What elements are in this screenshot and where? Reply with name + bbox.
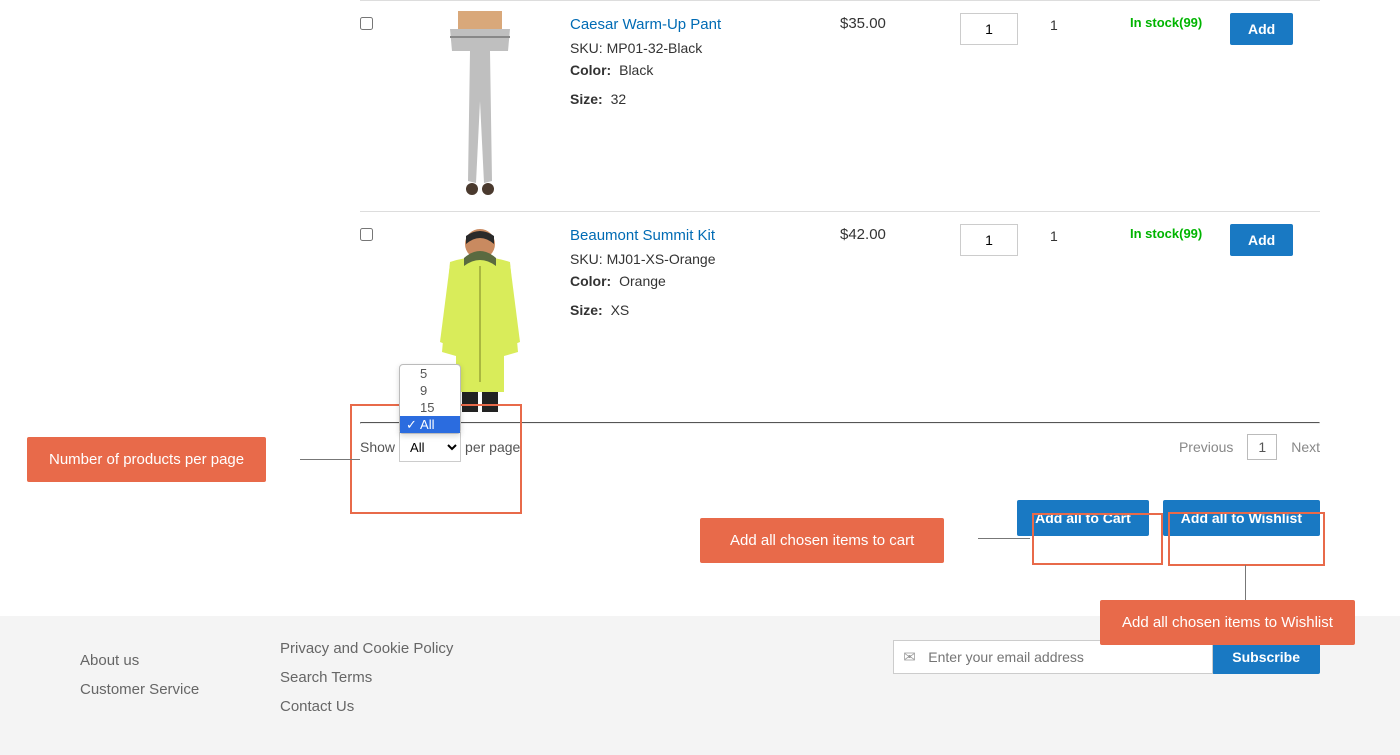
add-all-to-cart-button[interactable]: Add all to Cart [1017, 500, 1149, 536]
size-label: Size: [570, 91, 603, 107]
qty-input[interactable] [960, 13, 1018, 45]
product-row: Beaumont Summit Kit SKU: MJ01-XS-Orange … [360, 211, 1320, 422]
size-value: XS [611, 302, 630, 318]
envelope-icon: ✉ [903, 648, 916, 666]
per-page-option[interactable]: 15 [400, 399, 460, 416]
subscribe-button[interactable]: Subscribe [1212, 640, 1320, 674]
per-page-label: per page [465, 439, 520, 455]
product-name-link[interactable]: Caesar Warm-Up Pant [570, 16, 721, 33]
color-value: Black [619, 62, 653, 78]
per-page-option[interactable]: All [400, 416, 460, 433]
product-image [400, 11, 560, 201]
product-row: Caesar Warm-Up Pant SKU: MP01-32-Black C… [360, 0, 1320, 211]
current-page: 1 [1247, 434, 1277, 460]
callout-wishlist: Add all chosen items to Wishlist [1100, 600, 1355, 645]
footer-link[interactable]: About us [80, 652, 280, 669]
toolbar: Show All 5 9 15 All per page Previous 1 [360, 424, 1320, 480]
size-value: 32 [611, 91, 627, 107]
newsletter-email-input[interactable] [893, 640, 1213, 674]
callout-per-page: Number of products per page [27, 437, 266, 482]
callout-line-wishlist [1245, 565, 1246, 601]
stock-status: In stock(99) [1130, 222, 1220, 243]
color-label: Color: [570, 62, 611, 78]
qty-input[interactable] [960, 224, 1018, 256]
stock-status: In stock(99) [1130, 11, 1220, 32]
per-page-option[interactable]: 5 [400, 365, 460, 382]
price-value: $42.00 [840, 222, 950, 243]
min-qty: 1 [1050, 222, 1120, 244]
footer-link[interactable]: Customer Service [80, 681, 280, 698]
callout-line-per-page [300, 459, 360, 460]
min-qty: 1 [1050, 11, 1120, 33]
sku-value: MJ01-XS-Orange [607, 251, 716, 267]
next-page-button[interactable]: Next [1291, 439, 1320, 455]
callout-cart: Add all chosen items to cart [700, 518, 944, 563]
sku-value: MP01-32-Black [607, 40, 703, 56]
color-value: Orange [619, 273, 666, 289]
size-label: Size: [570, 302, 603, 318]
per-page-dropdown: 5 9 15 All [399, 364, 461, 434]
footer-link[interactable]: Privacy and Cookie Policy [280, 640, 540, 657]
add-all-to-wishlist-button[interactable]: Add all to Wishlist [1163, 500, 1320, 536]
add-button[interactable]: Add [1230, 224, 1293, 256]
product-name-link[interactable]: Beaumont Summit Kit [570, 227, 715, 244]
footer-link[interactable]: Search Terms [280, 669, 540, 686]
per-page-select[interactable]: All [399, 432, 461, 462]
sku-label: SKU: [570, 40, 603, 56]
callout-line-cart [978, 538, 1030, 539]
sku-label: SKU: [570, 251, 603, 267]
select-checkbox[interactable] [360, 17, 373, 30]
prev-page-button[interactable]: Previous [1179, 439, 1233, 455]
color-label: Color: [570, 273, 611, 289]
add-button[interactable]: Add [1230, 13, 1293, 45]
show-label: Show [360, 439, 395, 455]
price-value: $35.00 [840, 11, 950, 32]
per-page-option[interactable]: 9 [400, 382, 460, 399]
footer-link[interactable]: Contact Us [280, 698, 540, 715]
select-checkbox[interactable] [360, 228, 373, 241]
